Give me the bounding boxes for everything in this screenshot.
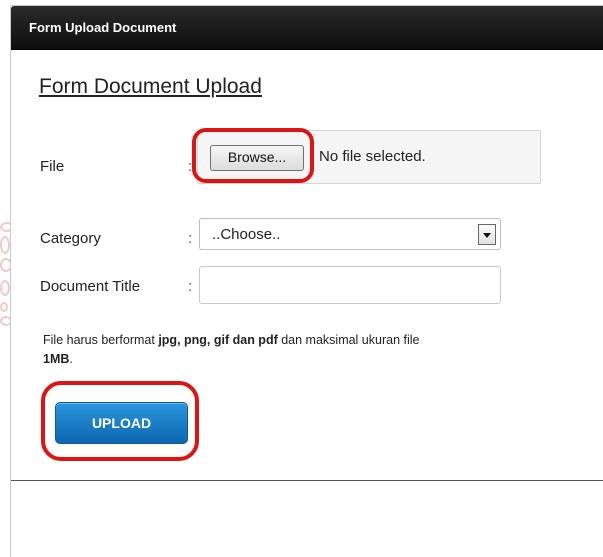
watermark-mark — [0, 302, 8, 312]
note-formats: jpg, png, gif dan pdf — [158, 333, 278, 347]
file-colon: : — [188, 158, 193, 175]
category-label: Category — [40, 230, 101, 247]
note-middle: dan maksimal ukuran file — [277, 333, 420, 347]
file-status: No file selected. — [319, 148, 426, 165]
note-prefix: File harus berformat — [43, 333, 159, 347]
upload-button[interactable]: UPLOAD — [55, 402, 188, 444]
watermark-mark — [0, 280, 10, 296]
file-input[interactable]: Browse... No file selected. — [197, 130, 541, 184]
watermark-mark — [0, 236, 10, 254]
category-selected-value: ..Choose.. — [212, 226, 281, 243]
panel-divider — [11, 480, 603, 481]
document-title-label: Document Title — [40, 278, 141, 295]
browse-button[interactable]: Browse... — [210, 145, 304, 171]
document-title-colon: : — [188, 278, 193, 295]
form-heading: Form Document Upload — [39, 75, 262, 98]
file-label: File — [40, 158, 65, 175]
note-size: 1MB — [43, 352, 70, 366]
upload-panel: Form Upload Document Form Document Uploa… — [10, 5, 603, 557]
note-suffix: . — [69, 352, 73, 366]
panel-title: Form Upload Document — [29, 20, 177, 35]
file-format-note: File harus berformat jpg, png, gif dan p… — [43, 331, 553, 369]
category-colon: : — [188, 230, 193, 247]
panel-body: Form Document Upload File : Browse... No… — [11, 50, 603, 480]
chevron-down-icon[interactable] — [478, 224, 496, 245]
category-select[interactable]: ..Choose.. — [199, 218, 501, 250]
panel-header: Form Upload Document — [11, 6, 603, 50]
document-title-input[interactable] — [199, 266, 501, 304]
